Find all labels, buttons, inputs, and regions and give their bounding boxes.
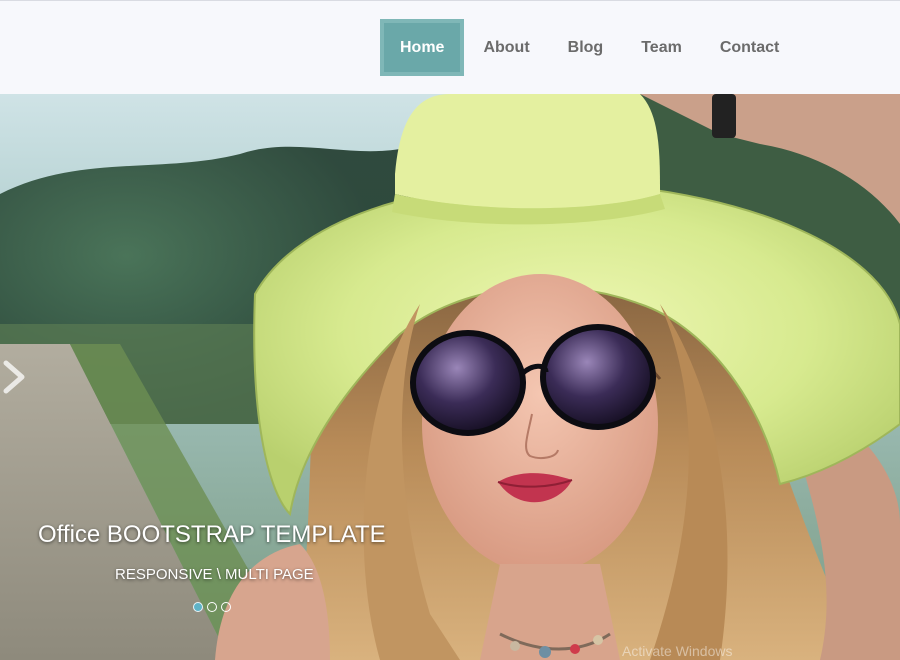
activate-windows-watermark: Activate Windows bbox=[622, 643, 733, 659]
hero-carousel: Office BOOTSTRAP TEMPLATE RESPONSIVE \ M… bbox=[0, 94, 900, 660]
chevron-right-icon[interactable] bbox=[0, 360, 28, 394]
carousel-indicator-1[interactable] bbox=[193, 602, 203, 612]
carousel-indicator-3[interactable] bbox=[221, 602, 231, 612]
nav-home[interactable]: Home bbox=[380, 19, 465, 76]
nav-team[interactable]: Team bbox=[622, 19, 701, 76]
nav-contact[interactable]: Contact bbox=[701, 19, 799, 76]
carousel-caption-title: Office BOOTSTRAP TEMPLATE bbox=[38, 521, 386, 548]
main-nav: Home About Blog Team Contact bbox=[380, 19, 798, 76]
carousel-indicator-2[interactable] bbox=[207, 602, 217, 612]
carousel-indicators bbox=[193, 602, 231, 612]
nav-blog[interactable]: Blog bbox=[549, 19, 623, 76]
site-header: Home About Blog Team Contact bbox=[0, 0, 900, 94]
carousel-caption-subtitle: RESPONSIVE \ MULTI PAGE bbox=[115, 566, 314, 583]
nav-about[interactable]: About bbox=[464, 19, 548, 76]
